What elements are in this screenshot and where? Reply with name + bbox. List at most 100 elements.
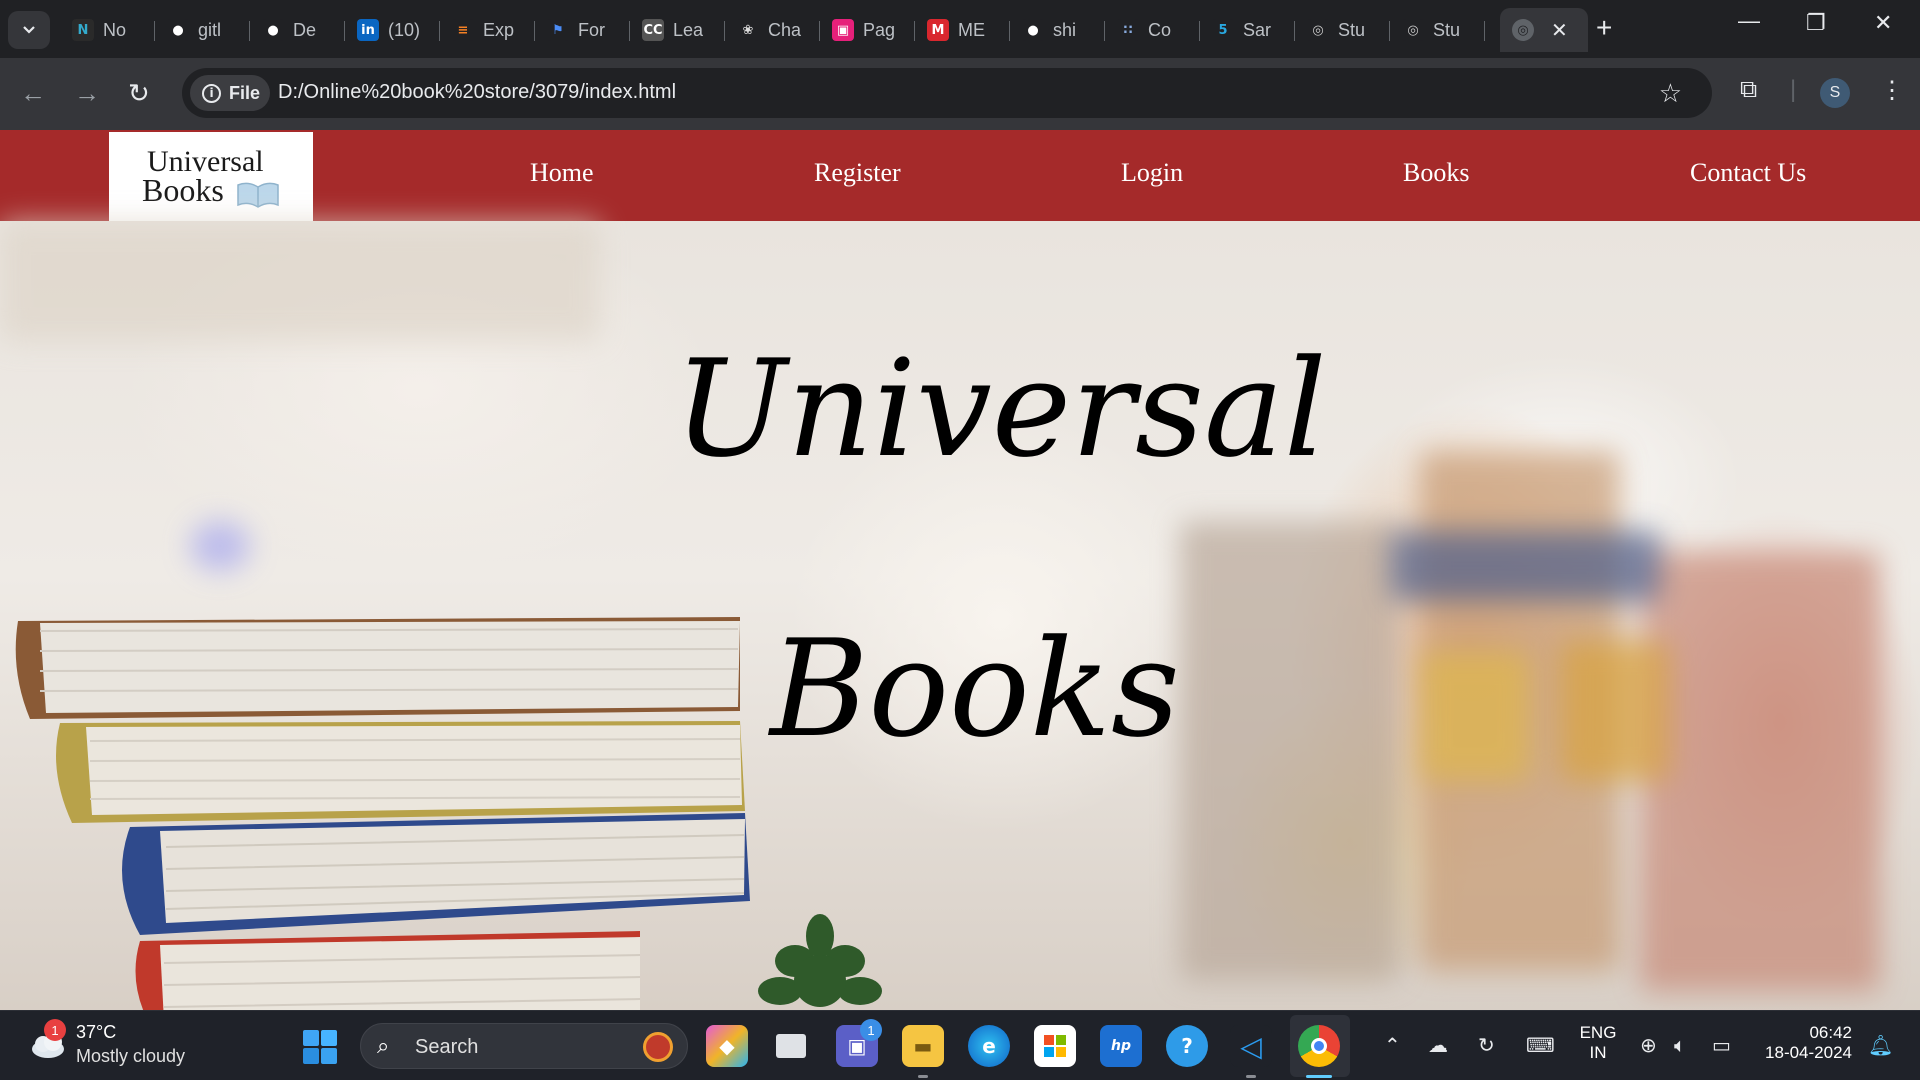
chrome-icon[interactable] — [1298, 1025, 1340, 1067]
tab-list: N No ● gitl ● De in (10) ≡ Exp ⚑ For CC Lea ❀ Cha ▣ Pag M M… — [60, 8, 1485, 52]
forward-button[interactable]: → — [74, 78, 100, 108]
weather-condition[interactable]: Mostly cloudy — [76, 1046, 185, 1067]
toolbar-divider: | — [1790, 76, 1797, 103]
site-logo[interactable]: Universal Books — [109, 132, 313, 221]
tab-label: ME — [958, 19, 985, 40]
sync-icon[interactable]: ↻ — [1478, 1033, 1495, 1057]
tab-label: shi — [1053, 19, 1077, 40]
keyboard-icon[interactable]: ⌨ — [1526, 1033, 1555, 1057]
tab-label: Sar — [1243, 19, 1272, 40]
stackoverflow-icon: ≡ — [452, 19, 474, 41]
show-hidden-icons[interactable]: ⌃ — [1384, 1033, 1401, 1057]
github-icon: ● — [1022, 19, 1044, 41]
flag-icon: ⚑ — [547, 19, 569, 41]
language-code: ENG — [1579, 1023, 1617, 1042]
tab-2[interactable]: ● De — [250, 8, 345, 52]
search-highlight-icon — [643, 1032, 673, 1062]
profile-avatar[interactable]: S — [1820, 78, 1850, 108]
tab-search-button[interactable] — [8, 11, 50, 49]
site-info-chip[interactable]: i File — [190, 75, 270, 111]
cc-icon: CC — [642, 19, 664, 41]
search-label: Search — [415, 1036, 479, 1058]
tab-10[interactable]: ● shi — [1010, 8, 1105, 52]
weather-temperature[interactable]: 37°C — [76, 1022, 116, 1043]
globe-icon: ◎ — [1307, 19, 1329, 41]
nav-contact-us[interactable]: Contact Us — [1690, 158, 1806, 188]
github-icon: ● — [262, 19, 284, 41]
browser-toolbar: ← → ↻ i File D:/Online%20book%20store/30… — [0, 58, 1920, 130]
close-tab-icon[interactable]: ✕ — [1551, 18, 1568, 43]
web-page: Universal Books Home Register Login Book… — [0, 130, 1920, 1010]
weather-badge: 1 — [44, 1019, 66, 1041]
clock[interactable]: 06:42 18-04-2024 — [1756, 1023, 1852, 1063]
background-books-yellow — [1420, 651, 1530, 781]
chip-label: File — [229, 82, 261, 103]
store-icon[interactable] — [1034, 1025, 1076, 1067]
page-icon: ▣ — [832, 19, 854, 41]
background-shelf-left — [0, 221, 600, 341]
help-icon[interactable]: ? — [1166, 1025, 1208, 1067]
close-window-icon[interactable]: ✕ — [1874, 10, 1892, 36]
tab-13[interactable]: ◎ Stu — [1295, 8, 1390, 52]
tab-1[interactable]: ● gitl — [155, 8, 250, 52]
language-indicator[interactable]: ENG IN — [1576, 1023, 1620, 1063]
address-bar[interactable]: i File D:/Online%20book%20store/3079/ind… — [182, 68, 1712, 118]
tab-11[interactable]: ∷ Co — [1105, 8, 1200, 52]
tab-9[interactable]: M ME — [915, 8, 1010, 52]
tab-label: De — [293, 19, 317, 40]
hero-title-line-1: Universal — [674, 331, 1327, 487]
nav-books[interactable]: Books — [1403, 158, 1469, 188]
reload-button[interactable]: ↻ — [128, 78, 150, 108]
region-code: IN — [1589, 1043, 1607, 1062]
network-globe-icon[interactable]: ⊕ — [1640, 1033, 1657, 1057]
notification-bell-icon[interactable]: 🔔︎ — [1868, 1033, 1893, 1057]
tab-3[interactable]: in (10) — [345, 8, 440, 52]
back-button[interactable]: ← — [20, 78, 46, 108]
taskbar-search[interactable]: ⌕ Search — [360, 1023, 688, 1069]
tab-0[interactable]: N No — [60, 8, 155, 52]
nav-login[interactable]: Login — [1121, 158, 1183, 188]
windows-start-icon[interactable] — [302, 1029, 338, 1065]
hero-banner: Universal Books — [0, 221, 1920, 1010]
tab-label: gitl — [198, 19, 222, 40]
background-shelf — [1640, 551, 1880, 991]
tab-4[interactable]: ≡ Exp — [440, 8, 535, 52]
edge-icon[interactable]: e — [968, 1025, 1010, 1067]
new-tab-button[interactable]: + — [1596, 14, 1612, 42]
task-view-icon[interactable] — [770, 1025, 812, 1067]
file-explorer-icon[interactable]: ▬ — [902, 1025, 944, 1067]
volume-icon[interactable]: 🔈︎ — [1674, 1033, 1686, 1057]
linkedin-icon: in — [357, 19, 379, 41]
menu-dots-icon[interactable]: ⋮ — [1880, 76, 1904, 105]
tab-12[interactable]: 5 Sar — [1200, 8, 1295, 52]
myhp-icon[interactable]: hp — [1100, 1025, 1142, 1067]
tab-6[interactable]: CC Lea — [630, 8, 725, 52]
vscode-icon[interactable]: ◁ — [1230, 1025, 1272, 1067]
bookmark-star-icon[interactable]: ☆ — [1659, 78, 1682, 109]
nav-register[interactable]: Register — [814, 158, 901, 188]
onedrive-icon[interactable]: ☁ — [1428, 1033, 1448, 1057]
tab-5[interactable]: ⚑ For — [535, 8, 630, 52]
running-indicator — [1246, 1075, 1256, 1078]
site-navbar: Universal Books Home Register Login Book… — [0, 130, 1920, 221]
hero-title-line-2: Books — [770, 611, 1180, 767]
tab-label: Lea — [673, 19, 704, 40]
url-text[interactable]: D:/Online%20book%20store/3079/index.html — [278, 81, 676, 104]
minimize-icon[interactable]: — — [1738, 8, 1760, 34]
copilot-icon[interactable]: ◆ — [706, 1025, 748, 1067]
tab-label: For — [578, 19, 605, 40]
extensions-icon[interactable]: ⧉ — [1740, 76, 1757, 104]
tab-7[interactable]: ❀ Cha — [725, 8, 820, 52]
open-book-icon — [237, 182, 279, 208]
tab-14[interactable]: ◎ Stu — [1390, 8, 1485, 52]
restore-icon[interactable]: ❐ — [1806, 10, 1826, 36]
battery-icon[interactable]: ▭ — [1712, 1033, 1731, 1057]
nav-home[interactable]: Home — [530, 158, 594, 188]
background-books-blue — [1390, 531, 1660, 601]
tab-active[interactable]: ◎ ✕ — [1500, 8, 1588, 52]
github-icon: ● — [167, 19, 189, 41]
tab-8[interactable]: ▣ Pag — [820, 8, 915, 52]
css-icon: 5 — [1212, 19, 1234, 41]
chatgpt-icon: ❀ — [737, 19, 759, 41]
background-books-yellow — [1560, 641, 1670, 781]
